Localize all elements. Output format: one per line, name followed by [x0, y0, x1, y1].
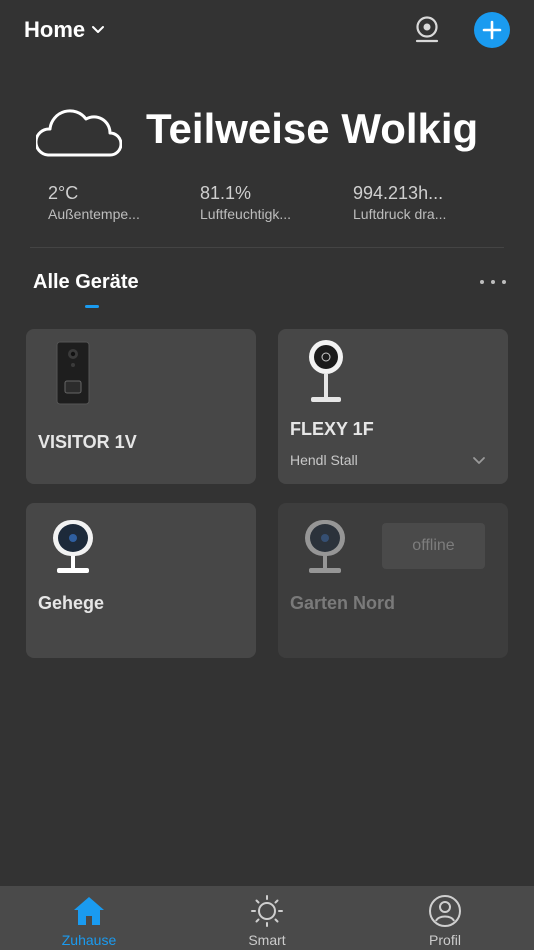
device-room: Hendl Stall — [290, 452, 358, 468]
weather-stat-temperature: 2°C Außentempe... — [48, 183, 188, 222]
stat-label: Außentempe... — [48, 206, 140, 222]
cloud-icon — [36, 109, 122, 157]
stat-value: 81.1% — [200, 183, 252, 203]
device-name: Gehege — [38, 593, 105, 613]
device-card-flexy-1f[interactable]: FLEXY 1F Hendl Stall — [278, 329, 508, 484]
tab-all-devices[interactable]: Alle Geräte — [33, 271, 139, 294]
video-doorbell-icon — [56, 341, 90, 405]
tab-profil[interactable]: Profil — [385, 886, 505, 950]
bottom-tab-bar: Zuhause Smart Profil — [0, 886, 534, 950]
stat-value: 2°C — [48, 183, 79, 203]
home-selector[interactable]: Home — [24, 17, 105, 43]
add-device-button[interactable] — [474, 12, 510, 48]
active-tab-indicator — [85, 305, 99, 308]
stat-value: 994.213h... — [353, 183, 444, 203]
weather-stat-pressure: 994.213h... Luftdruck dra... — [353, 183, 493, 222]
home-title: Home — [24, 17, 86, 42]
chevron-down-icon[interactable] — [472, 453, 486, 467]
chevron-down-icon — [92, 26, 105, 33]
tab-label: Zuhause — [61, 932, 117, 948]
weather-stat-humidity: 81.1% Luftfeuchtigk... — [200, 183, 340, 222]
device-name: Garten Nord — [290, 593, 396, 613]
home-icon — [74, 897, 104, 925]
user-profile-icon — [429, 895, 461, 927]
indoor-camera-icon — [53, 520, 93, 573]
plus-icon — [482, 20, 502, 40]
offline-status-badge: offline — [382, 523, 485, 569]
device-card-visitor-1v[interactable]: VISITOR 1V — [26, 329, 256, 484]
sun-icon — [251, 895, 283, 927]
tab-smart[interactable]: Smart — [207, 886, 327, 950]
tab-label: Smart — [248, 932, 286, 948]
camera-view-icon[interactable] — [412, 14, 442, 44]
tab-label: Profil — [429, 932, 461, 948]
divider — [30, 247, 504, 248]
weather-condition: Teilweise Wolkig — [146, 105, 479, 152]
stat-label: Luftfeuchtigk... — [200, 206, 292, 222]
device-card-gehege[interactable]: Gehege — [26, 503, 256, 658]
weather-panel[interactable]: Teilweise Wolkig 2°C Außentempe... 81.1%… — [0, 95, 534, 245]
indoor-camera-icon — [309, 340, 343, 402]
indoor-camera-icon — [305, 520, 345, 573]
tab-zuhause[interactable]: Zuhause — [29, 886, 149, 950]
device-name: FLEXY 1F — [290, 419, 374, 439]
stat-label: Luftdruck dra... — [353, 206, 447, 222]
device-name: VISITOR 1V — [38, 432, 137, 452]
device-card-garten-nord[interactable]: offline Garten Nord — [278, 503, 508, 658]
more-horizontal-icon[interactable] — [478, 272, 508, 292]
top-bar: Home — [0, 0, 534, 62]
